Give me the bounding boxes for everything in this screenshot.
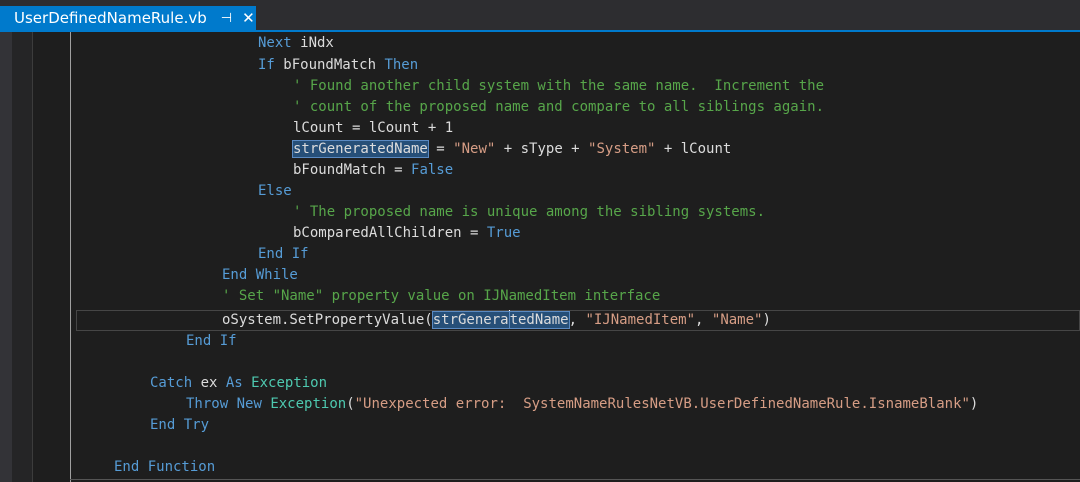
keyword: Next — [258, 35, 292, 51]
identifier: bFoundMatch — [274, 57, 385, 73]
keyword: True — [486, 225, 521, 241]
keyword: As — [225, 375, 243, 391]
pin-icon[interactable]: ⊣ — [221, 11, 232, 26]
code-line-current[interactable]: oSystem.SetPropertyValue(strGeneratedNam… — [222, 310, 771, 331]
close-icon[interactable]: ✕ — [242, 9, 255, 27]
code-text: = — [427, 141, 454, 157]
comment-line[interactable]: ' Found another child system with the sa… — [293, 76, 824, 97]
comment-line[interactable]: ' The proposed name is unique among the … — [293, 202, 765, 223]
glyph-margin[interactable] — [0, 32, 12, 482]
code-text: ( — [346, 396, 355, 412]
highlighted-reference-start[interactable]: strGenera — [431, 311, 510, 329]
code-line[interactable]: End If — [258, 244, 309, 265]
code-line[interactable]: End If — [186, 331, 237, 352]
string-literal: "IJNamedItem" — [585, 312, 696, 328]
code-text: + sType + — [495, 141, 589, 157]
code-line[interactable]: Throw New Exception("Unexpected error: S… — [186, 394, 978, 415]
string-literal: "Unexpected error: SystemNameRulesNetVB.… — [354, 396, 970, 412]
keyword: Then — [384, 57, 419, 73]
code-text: ) — [969, 396, 979, 412]
highlighted-reference-end[interactable]: tedName — [508, 311, 570, 329]
code-text: , — [695, 312, 712, 328]
code-text: bFoundMatch = — [293, 162, 412, 178]
code-line[interactable]: End While — [222, 265, 298, 286]
keyword: Catch — [150, 375, 193, 391]
keyword: Throw — [186, 396, 229, 412]
tab-title: UserDefinedNameRule.vb — [14, 9, 207, 27]
code-editor[interactable]: Next iNdx If bFoundMatch Then ' Found an… — [0, 32, 1080, 482]
type-name: Exception — [251, 375, 328, 391]
margin-separator — [32, 32, 33, 482]
type-name: Exception — [270, 396, 347, 412]
horizontal-scroll-boundary — [70, 479, 1080, 480]
comment-line[interactable]: ' count of the proposed name and compare… — [293, 97, 824, 118]
code-line[interactable]: bComparedAllChildren = True — [293, 223, 521, 244]
string-literal: "Name" — [711, 312, 763, 328]
code-text: + lCount — [655, 141, 732, 157]
code-line[interactable]: lCount = lCount + 1 — [293, 118, 453, 139]
code-text: , — [568, 312, 586, 328]
code-line[interactable]: Next iNdx — [258, 33, 334, 54]
outlining-line — [70, 32, 71, 482]
keyword: New — [236, 396, 262, 412]
code-line[interactable]: Catch ex As Exception — [150, 373, 327, 394]
code-text: oSystem.SetPropertyValue( — [222, 312, 433, 328]
code-text: bComparedAllChildren = — [293, 225, 487, 241]
code-line[interactable]: Else — [258, 181, 292, 202]
code-line[interactable]: If bFoundMatch Then — [258, 55, 418, 76]
code-text: ) — [762, 312, 771, 328]
document-tab-bar: UserDefinedNameRule.vb ⊣ ✕ — [0, 0, 1080, 30]
keyword: If — [258, 57, 275, 73]
comment-line[interactable]: ' Set "Name" property value on IJNamedIt… — [222, 286, 660, 307]
code-line[interactable]: bFoundMatch = False — [293, 160, 453, 181]
highlighted-reference[interactable]: strGeneratedName — [292, 140, 429, 158]
document-tab[interactable]: UserDefinedNameRule.vb ⊣ ✕ — [0, 6, 256, 30]
code-line[interactable]: End Try — [150, 415, 209, 436]
string-literal: "New" — [453, 141, 496, 157]
code-line[interactable]: End Function — [114, 457, 215, 478]
code-line[interactable]: strGeneratedName = "New" + sType + "Syst… — [292, 139, 732, 160]
identifier: iNdx — [291, 35, 334, 51]
code-text: ex — [192, 375, 226, 391]
keyword: False — [411, 162, 454, 178]
string-literal: "System" — [588, 141, 656, 157]
line-number-margin — [12, 32, 32, 482]
